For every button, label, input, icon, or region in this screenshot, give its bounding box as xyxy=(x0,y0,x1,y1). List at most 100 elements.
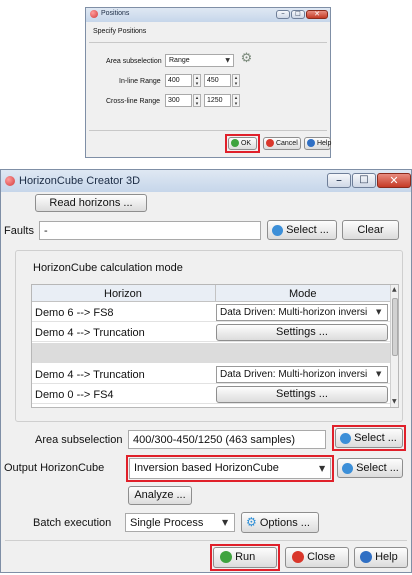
area-select-label: Select ... xyxy=(354,432,397,444)
close-button[interactable]: ✕ xyxy=(306,10,328,19)
options-label: Options ... xyxy=(259,517,310,529)
select-icon xyxy=(272,224,283,236)
window-title: Positions xyxy=(101,10,130,17)
minimize-button[interactable]: – xyxy=(327,173,351,188)
settings-button[interactable]: Settings ... xyxy=(216,324,388,341)
mode-dropdown[interactable]: Data Driven: Multi-horizon inversi xyxy=(216,366,388,383)
chevron-down-icon: ▼ xyxy=(376,370,382,378)
area-subselection-value: 400/300-450/1250 (463 samples) xyxy=(133,434,296,446)
faults-select-button[interactable]: Select ... xyxy=(267,220,337,240)
table-row[interactable]: Demo 6 --> FS8 Data Driven: Multi-horizo… xyxy=(32,303,390,322)
help-button[interactable]: Help xyxy=(354,547,408,568)
inline-range-label: In-line Range xyxy=(119,78,161,85)
ok-label: OK xyxy=(240,140,252,147)
crossline-range-label: Cross-line Range xyxy=(106,98,161,105)
chevron-down-icon: ▼ xyxy=(225,57,230,64)
help-button[interactable]: Help xyxy=(304,137,331,150)
vertical-scrollbar[interactable]: ▲ ▼ xyxy=(390,285,398,407)
maximize-button[interactable]: □ xyxy=(352,173,376,188)
mode-dropdown[interactable]: Data Driven: Multi-horizon inversi xyxy=(216,304,388,321)
inline-to-field[interactable]: 450 xyxy=(204,74,231,87)
output-horizoncube-label: Output HorizonCube xyxy=(4,462,105,474)
inline-to-value: 450 xyxy=(207,77,219,84)
help-icon xyxy=(307,139,315,148)
output-horizoncube-dropdown[interactable]: Inversion based HorizonCube xyxy=(129,458,331,479)
row-horizon: Demo 6 --> FS8 xyxy=(35,307,114,319)
positions-dialog: Positions – □ ✕ Specify Positions Area s… xyxy=(85,7,331,158)
analyze-label: Analyze ... xyxy=(134,489,186,501)
column-header-horizon: Horizon xyxy=(104,288,142,300)
row-mode: Settings ... xyxy=(276,388,328,400)
row-horizon: Demo 0 --> FS4 xyxy=(35,389,114,401)
minimize-button[interactable]: – xyxy=(276,9,290,19)
batch-execution-dropdown[interactable]: Single Process xyxy=(125,513,235,532)
area-subselection-label: Area subselection xyxy=(35,434,123,446)
cancel-button[interactable]: Cancel xyxy=(263,137,301,150)
ok-button[interactable]: OK xyxy=(228,137,257,150)
inline-from-field[interactable]: 400 xyxy=(165,74,192,87)
column-header-mode: Mode xyxy=(289,288,317,300)
output-horizoncube-value: Inversion based HorizonCube xyxy=(134,462,279,474)
help-label: Help xyxy=(316,140,332,147)
output-select-label: Select ... xyxy=(356,462,399,474)
window-title: HorizonCube Creator 3D xyxy=(19,175,141,187)
inline-from-spinner[interactable]: ▴ ▾ xyxy=(193,74,201,87)
crossline-from-field[interactable]: 300 xyxy=(165,94,192,107)
horizoncube-titlebar: HorizonCube Creator 3D – □ ✕ xyxy=(1,170,411,192)
output-select-button[interactable]: Select ... xyxy=(337,458,403,478)
row-mode: Data Driven: Multi-horizon inversi xyxy=(220,307,368,318)
crossline-to-value: 1250 xyxy=(207,97,223,104)
scrollbar-thumb[interactable] xyxy=(392,298,398,356)
run-button[interactable]: Run xyxy=(213,547,277,568)
analyze-button[interactable]: Analyze ... xyxy=(128,486,192,505)
table-row[interactable]: Demo 4 --> Truncation Data Driven: Multi… xyxy=(32,365,390,384)
read-horizons-label: Read horizons ... xyxy=(49,197,133,209)
chevron-down-icon: ▼ xyxy=(376,308,382,316)
area-subselection-dropdown[interactable]: Range ▼ xyxy=(165,54,234,67)
row-mode: Settings ... xyxy=(276,326,328,338)
batch-execution-value: Single Process xyxy=(130,517,204,529)
table-row[interactable]: Demo 0 --> FS4 Settings ... xyxy=(32,385,390,404)
crossline-from-spinner[interactable]: ▴ ▾ xyxy=(193,94,201,107)
faults-field[interactable]: - xyxy=(39,221,261,240)
settings-icon: ⚙ xyxy=(246,515,257,529)
close-icon: ✕ xyxy=(389,174,399,187)
horizon-table: Horizon Mode Demo 6 --> FS8 Data Driven:… xyxy=(31,284,399,408)
settings-button[interactable]: Settings ... xyxy=(216,386,388,403)
crossline-to-spinner[interactable]: ▴ ▾ xyxy=(232,94,240,107)
table-header: Horizon Mode xyxy=(32,285,390,302)
maximize-button[interactable]: □ xyxy=(291,10,305,19)
close-label: Close xyxy=(307,551,336,563)
select-icon xyxy=(342,462,353,474)
divider xyxy=(5,540,407,541)
settings-icon[interactable]: ⚙ xyxy=(239,51,254,66)
chevron-down-icon: ▼ xyxy=(222,518,229,527)
positions-titlebar: Positions – □ ✕ xyxy=(86,8,330,22)
crossline-from-value: 300 xyxy=(168,97,180,104)
horizoncube-dialog: HorizonCube Creator 3D – □ ✕ Read horizo… xyxy=(0,169,412,573)
close-button[interactable]: ✕ xyxy=(377,173,411,188)
scroll-down-icon[interactable]: ▼ xyxy=(392,398,397,405)
minimize-icon: – xyxy=(336,173,342,187)
faults-value: - xyxy=(44,225,48,237)
read-horizons-button[interactable]: Read horizons ... xyxy=(35,194,147,212)
select-icon xyxy=(340,432,351,444)
batch-execution-label: Batch execution xyxy=(33,517,112,529)
maximize-icon: □ xyxy=(359,174,369,185)
column-divider xyxy=(215,285,216,302)
area-select-button[interactable]: Select ... xyxy=(335,428,403,448)
inline-from-value: 400 xyxy=(168,77,180,84)
calc-mode-label: HorizonCube calculation mode xyxy=(33,262,183,274)
table-row[interactable]: Demo 4 --> Truncation Settings ... xyxy=(32,323,390,342)
scroll-up-icon[interactable]: ▲ xyxy=(392,286,397,293)
ok-icon xyxy=(220,551,232,564)
options-button[interactable]: ⚙ Options ... xyxy=(241,512,319,533)
crossline-to-field[interactable]: 1250 xyxy=(204,94,231,107)
close-dialog-button[interactable]: Close xyxy=(285,547,349,568)
area-subselection-field[interactable]: 400/300-450/1250 (463 samples) xyxy=(128,430,326,449)
inline-to-spinner[interactable]: ▴ ▾ xyxy=(232,74,240,87)
clear-button[interactable]: Clear xyxy=(342,220,399,240)
run-label: Run xyxy=(235,551,256,563)
app-icon xyxy=(5,176,15,186)
ok-icon xyxy=(231,139,239,148)
